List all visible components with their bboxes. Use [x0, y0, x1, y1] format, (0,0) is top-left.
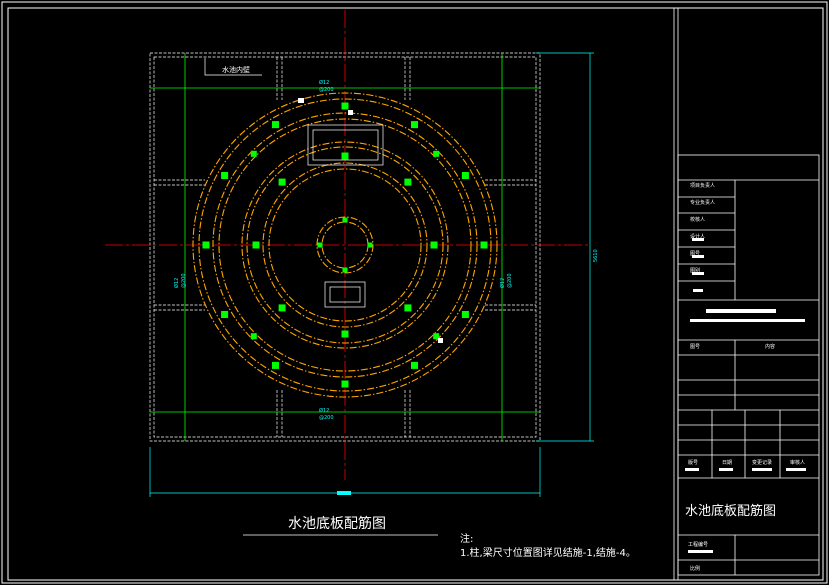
tb-scale: 比例 — [690, 565, 700, 572]
column — [341, 380, 349, 388]
inner-border — [7, 7, 824, 581]
rebar-label-bottom: Ø12 — [319, 407, 329, 414]
drawing-sheet: 项目负责人 专业负责人 校核人 设计人 图号 图别 图号 内容 版号 日期 变更… — [1, 1, 828, 584]
column — [317, 242, 323, 248]
outer-border — [1, 1, 828, 584]
tb-row-1: 专业负责人 — [690, 199, 715, 206]
inner-frames — [307, 124, 384, 308]
title-block-mark — [693, 289, 703, 292]
tb-row-4: 图号 — [690, 251, 700, 257]
column — [272, 121, 279, 129]
column — [221, 311, 229, 318]
rebar-spacing-top: @200 — [319, 87, 334, 93]
column — [404, 178, 412, 186]
rebar-label-top: Ø12 — [319, 79, 329, 86]
column — [411, 121, 418, 129]
column — [480, 241, 488, 249]
title-block-mark — [752, 468, 772, 471]
note-label: 注: — [460, 532, 473, 545]
title-block-mark — [685, 468, 699, 471]
title-block-mark — [786, 468, 806, 471]
marker — [438, 338, 443, 343]
column — [367, 242, 373, 248]
inner-wall-callout: 水池内壁 — [204, 58, 262, 76]
tb-row-0: 项目负责人 — [690, 182, 715, 189]
tb-sign-0: 版号 — [688, 459, 698, 466]
tb-rev-header-0: 图号 — [690, 344, 700, 350]
column — [341, 102, 349, 110]
column — [278, 304, 286, 312]
column — [341, 330, 349, 338]
column — [250, 150, 257, 157]
column — [411, 361, 418, 369]
rebar-spacing-left: @200 — [181, 273, 187, 288]
column — [341, 152, 349, 160]
rebar-spacing-bottom: @200 — [319, 415, 334, 421]
rebar-label-right: Ø12 — [499, 278, 506, 288]
column — [342, 267, 348, 273]
rebar-spacing-right: @200 — [507, 273, 513, 288]
title-block-mark — [688, 550, 713, 553]
drawing-title: 水池底板配筋图 — [288, 515, 386, 532]
column — [221, 172, 229, 179]
tb-rev-header-1: 内容 — [765, 343, 775, 350]
tb-sign-1: 日期 — [722, 460, 732, 466]
title-block — [673, 8, 820, 580]
column — [272, 361, 279, 369]
tb-sheet-title: 水池底板配筋图 — [685, 503, 776, 519]
title-block-bar — [706, 309, 776, 313]
tb-project-no: 工程编号 — [688, 541, 708, 548]
title-block-bar — [690, 319, 805, 322]
tb-row-3: 设计人 — [690, 233, 705, 240]
dimension-label: 5610 — [593, 249, 599, 262]
marker — [298, 98, 304, 103]
column — [250, 333, 257, 340]
column — [278, 178, 286, 186]
tb-sign-3: 审核人 — [790, 459, 805, 466]
marker — [348, 110, 353, 115]
column — [461, 311, 469, 318]
column — [404, 304, 412, 312]
column — [202, 241, 210, 249]
tb-row-2: 校核人 — [690, 216, 705, 223]
column — [461, 172, 469, 179]
column — [430, 241, 438, 249]
column — [433, 150, 440, 157]
note-text: 1.柱,梁尺寸位置图详见结施-1,结施-4。 — [460, 546, 636, 559]
dimension-tag — [337, 491, 351, 495]
rebar-label-left: Ø12 — [173, 278, 180, 288]
tb-sign-2: 变更记录 — [752, 459, 772, 466]
inner-wall-label: 水池内壁 — [222, 65, 250, 74]
column — [252, 241, 260, 249]
title-block-mark — [719, 468, 733, 471]
tb-row-5: 图别 — [690, 267, 700, 274]
column — [342, 217, 348, 223]
center-axes — [105, 10, 590, 480]
